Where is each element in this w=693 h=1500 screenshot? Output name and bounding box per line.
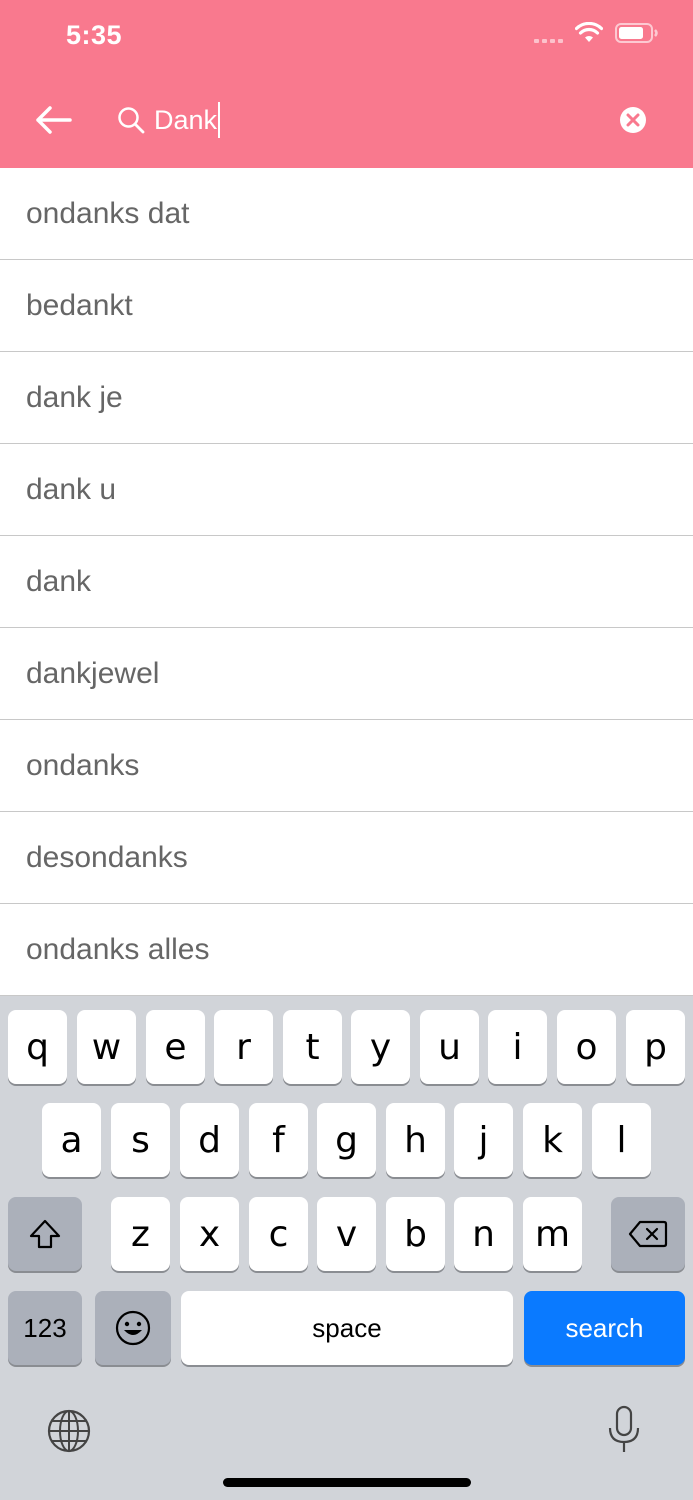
key-o[interactable]: o — [557, 1010, 616, 1084]
text-cursor — [218, 102, 221, 138]
key-m[interactable]: m — [523, 1197, 582, 1271]
backspace-key[interactable] — [611, 1197, 685, 1271]
key-p[interactable]: p — [626, 1010, 685, 1084]
suggestion-item[interactable]: dankjewel — [0, 628, 693, 720]
key-g[interactable]: g — [317, 1103, 376, 1177]
shift-icon — [29, 1219, 61, 1249]
key-d[interactable]: d — [180, 1103, 239, 1177]
keyboard: q w e r t y u i o p a s d f g h j k l z … — [0, 996, 693, 1500]
key-e[interactable]: e — [146, 1010, 205, 1084]
key-s[interactable]: s — [111, 1103, 170, 1177]
battery-icon — [615, 23, 658, 43]
key-b[interactable]: b — [386, 1197, 445, 1271]
globe-button[interactable] — [44, 1406, 94, 1456]
app-header: 5:35 Dank — [0, 0, 693, 168]
key-y[interactable]: y — [351, 1010, 410, 1084]
key-x[interactable]: x — [180, 1197, 239, 1271]
suggestion-item[interactable]: bedankt — [0, 260, 693, 352]
suggestion-item[interactable]: ondanks — [0, 720, 693, 812]
backspace-icon — [628, 1220, 668, 1248]
key-q[interactable]: q — [8, 1010, 67, 1084]
search-icon — [118, 107, 145, 134]
microphone-icon — [608, 1405, 640, 1452]
key-u[interactable]: u — [420, 1010, 479, 1084]
search-bar[interactable]: Dank — [116, 96, 616, 144]
suggestion-item[interactable]: dank je — [0, 352, 693, 444]
emoji-key[interactable] — [95, 1291, 171, 1365]
suggestion-item[interactable]: dank — [0, 536, 693, 628]
suggestion-item[interactable]: dank u — [0, 444, 693, 536]
suggestion-item[interactable]: ondanks dat — [0, 168, 693, 260]
clear-search-button[interactable] — [618, 105, 648, 135]
key-z[interactable]: z — [111, 1197, 170, 1271]
key-c[interactable]: c — [249, 1197, 308, 1271]
status-icons — [534, 22, 659, 44]
key-w[interactable]: w — [77, 1010, 136, 1084]
key-f[interactable]: f — [249, 1103, 308, 1177]
key-l[interactable]: l — [592, 1103, 651, 1177]
home-indicator — [223, 1478, 471, 1487]
key-n[interactable]: n — [454, 1197, 513, 1271]
signal-icon — [534, 23, 563, 43]
search-key[interactable]: search — [524, 1291, 685, 1365]
key-k[interactable]: k — [523, 1103, 582, 1177]
dictation-button[interactable] — [604, 1404, 644, 1456]
suggestion-item[interactable]: ondanks alles — [0, 904, 693, 996]
space-key[interactable]: space — [181, 1291, 513, 1365]
suggestion-item[interactable]: desondanks — [0, 812, 693, 904]
search-input[interactable]: Dank — [154, 102, 221, 138]
key-t[interactable]: t — [283, 1010, 342, 1084]
search-query: Dank — [154, 104, 218, 135]
suggestion-list: ondanks dat bedankt dank je dank u dank … — [0, 168, 693, 996]
wifi-icon — [575, 22, 603, 42]
key-i[interactable]: i — [488, 1010, 547, 1084]
emoji-icon — [115, 1310, 151, 1346]
status-time: 5:35 — [66, 20, 123, 50]
key-a[interactable]: a — [42, 1103, 101, 1177]
key-h[interactable]: h — [386, 1103, 445, 1177]
back-button[interactable] — [32, 100, 76, 140]
globe-icon — [47, 1409, 91, 1453]
numbers-key[interactable]: 123 — [8, 1291, 82, 1365]
back-arrow-icon — [36, 106, 72, 134]
key-v[interactable]: v — [317, 1197, 376, 1271]
key-r[interactable]: r — [214, 1010, 273, 1084]
key-j[interactable]: j — [454, 1103, 513, 1177]
clear-icon — [620, 107, 646, 133]
shift-key[interactable] — [8, 1197, 82, 1271]
